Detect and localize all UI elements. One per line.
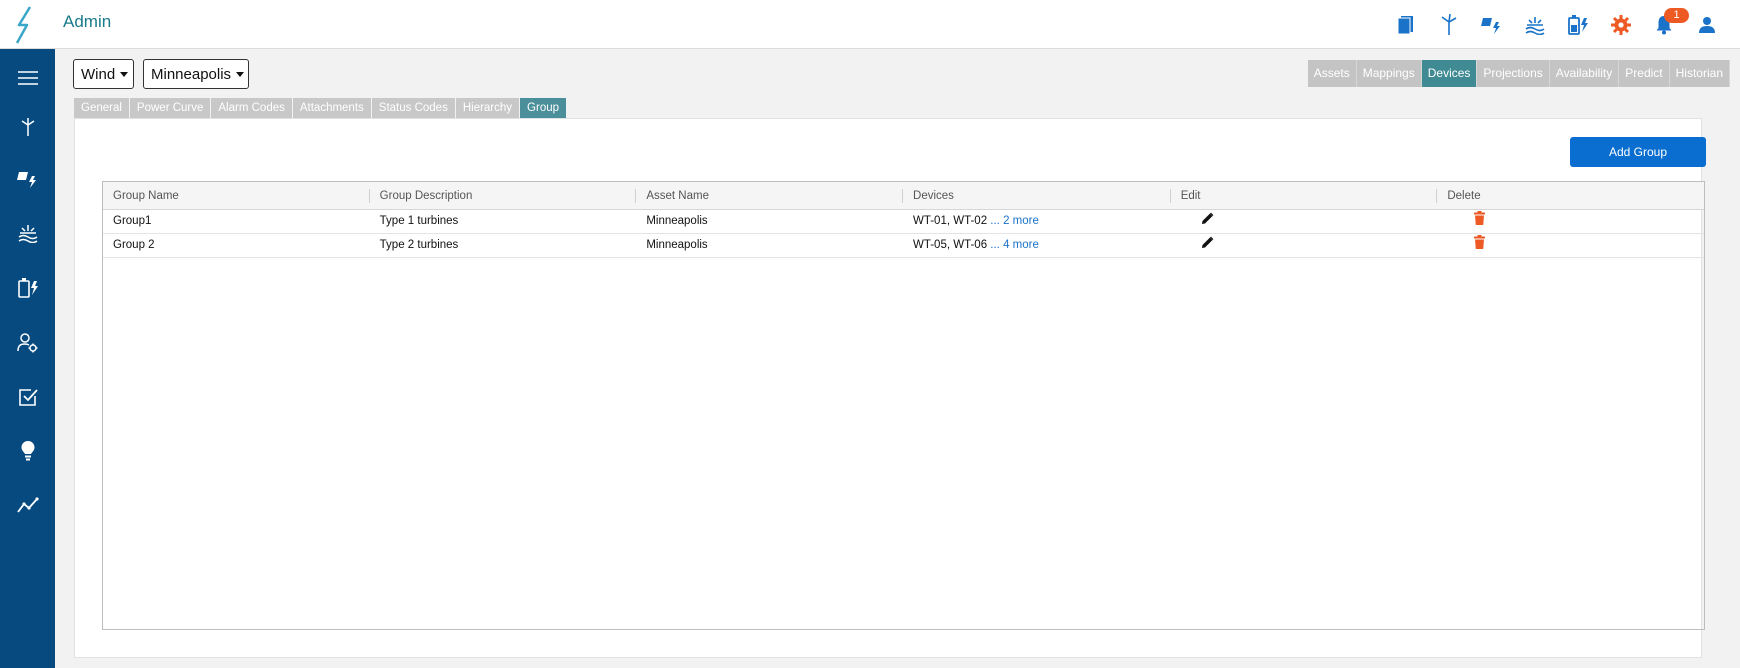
sidebar-hydro-icon[interactable] xyxy=(0,213,55,253)
column-header-group-name[interactable]: Group Name xyxy=(103,182,370,210)
edit-cell xyxy=(1171,234,1438,258)
subtab-alarm-codes[interactable]: Alarm Codes xyxy=(211,98,292,118)
group-table: Group Name Group Description Asset Name … xyxy=(102,181,1705,630)
wind-turbine-icon[interactable] xyxy=(1427,5,1470,45)
devices-list: WT-01, WT-02 xyxy=(912,215,988,227)
column-header-delete: Delete xyxy=(1447,190,1481,202)
column-header-edit: Edit xyxy=(1171,182,1438,210)
chevron-down-icon xyxy=(120,71,129,77)
add-group-button[interactable]: Add Group xyxy=(1570,137,1706,167)
sidebar-lightbulb-icon[interactable] xyxy=(0,431,55,471)
devices-cell: WT-01, WT-02 ... 2 more xyxy=(903,210,1171,234)
devices-ellipsis: ... xyxy=(987,239,1004,251)
solar-power-icon[interactable] xyxy=(1470,5,1513,45)
app-title: Admin xyxy=(63,12,112,31)
table-header: Group Name Group Description Asset Name … xyxy=(103,182,1704,210)
asset-name-cell: Minneapolis xyxy=(646,239,708,251)
logo-icon[interactable] xyxy=(0,0,49,49)
energy-type-dropdown[interactable]: Wind xyxy=(73,59,134,89)
energy-type-value: Wind xyxy=(81,65,116,83)
tab-projections[interactable]: Projections xyxy=(1477,60,1550,87)
subtab-hierarchy[interactable]: Hierarchy xyxy=(455,98,520,118)
column-header-asset-name[interactable]: Asset Name xyxy=(636,182,903,210)
asset-name-cell: Minneapolis xyxy=(646,215,708,227)
gear-icon[interactable] xyxy=(1599,5,1642,45)
hydro-icon[interactable] xyxy=(1513,5,1556,45)
tab-predict[interactable]: Predict xyxy=(1619,60,1670,87)
group-description-cell: Type 1 turbines xyxy=(379,215,459,227)
edit-pencil-icon[interactable] xyxy=(1201,211,1214,233)
tab-availability[interactable]: Availability xyxy=(1549,60,1620,87)
table-row[interactable]: Group1 Type 1 turbines Minneapolis WT-01… xyxy=(103,210,1704,234)
tab-mappings[interactable]: Mappings xyxy=(1356,60,1422,87)
delete-trash-icon[interactable] xyxy=(1474,211,1486,233)
sidebar-battery-icon[interactable] xyxy=(0,268,55,308)
site-dropdown[interactable]: Minneapolis xyxy=(143,59,249,89)
tab-devices[interactable]: Devices xyxy=(1421,60,1478,87)
top-icon-bar: 1 xyxy=(1384,0,1728,49)
site-value: Minneapolis xyxy=(151,65,232,83)
group-name-cell: Group1 xyxy=(113,215,152,227)
group-name-cell: Group 2 xyxy=(113,239,155,251)
sidebar-checklist-icon[interactable] xyxy=(0,377,55,417)
sub-tabs: General Power Curve Alarm Codes Attachme… xyxy=(74,98,567,118)
devices-cell: WT-05, WT-06 ... 4 more xyxy=(903,234,1171,258)
tab-historian[interactable]: Historian xyxy=(1669,60,1730,87)
devices-list: WT-05, WT-06 xyxy=(912,239,988,251)
subtab-power-curve[interactable]: Power Curve xyxy=(129,98,211,118)
delete-cell xyxy=(1437,234,1704,258)
tab-assets[interactable]: Assets xyxy=(1307,60,1357,87)
book-icon[interactable] xyxy=(1384,5,1427,45)
group-panel: Add Group Group Name Group Description A… xyxy=(74,118,1706,658)
group-description-cell: Type 2 turbines xyxy=(379,239,459,251)
devices-more-link[interactable]: 2 more xyxy=(1003,215,1039,227)
notification-bell-icon[interactable]: 1 xyxy=(1642,5,1689,45)
sidebar-solar-power-icon[interactable] xyxy=(0,159,55,199)
subtab-attachments[interactable]: Attachments xyxy=(292,98,371,118)
subtab-status-codes[interactable]: Status Codes xyxy=(371,98,455,118)
devices-ellipsis: ... xyxy=(987,215,1004,227)
sidebar xyxy=(0,49,55,668)
edit-pencil-icon[interactable] xyxy=(1201,235,1214,257)
devices-more-link[interactable]: 4 more xyxy=(1003,239,1039,251)
delete-trash-icon[interactable] xyxy=(1474,235,1486,257)
column-header-devices[interactable]: Devices xyxy=(903,182,1171,210)
top-header: Admin 1 xyxy=(0,0,1740,49)
battery-icon[interactable] xyxy=(1556,5,1599,45)
sidebar-analytics-icon[interactable] xyxy=(0,485,55,525)
menu-hamburger-icon[interactable] xyxy=(0,58,55,98)
user-icon[interactable] xyxy=(1685,5,1728,45)
main-tabs: Assets Mappings Devices Projections Avai… xyxy=(1307,60,1730,87)
edit-cell xyxy=(1171,210,1438,234)
chevron-down-icon xyxy=(236,71,245,77)
column-header-group-description[interactable]: Group Description xyxy=(370,182,637,210)
subtab-group[interactable]: Group xyxy=(520,98,567,118)
sidebar-user-settings-icon[interactable] xyxy=(0,323,55,363)
table-row[interactable]: Group 2 Type 2 turbines Minneapolis WT-0… xyxy=(103,234,1704,258)
subtab-general[interactable]: General xyxy=(74,98,129,118)
delete-cell xyxy=(1437,210,1704,234)
sidebar-wind-turbine-icon[interactable] xyxy=(0,107,55,147)
